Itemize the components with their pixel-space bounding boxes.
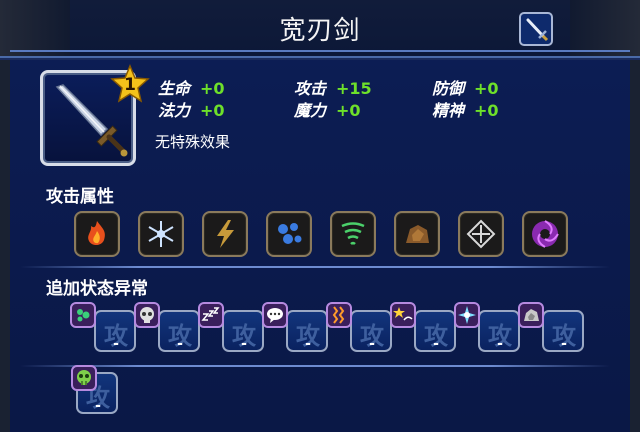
earth-icon — [394, 211, 440, 257]
death-skull-icon — [134, 302, 160, 328]
sleep-icon — [198, 302, 224, 328]
status-ailments-heading: 追加状态异常 — [46, 279, 148, 299]
wind-icon — [330, 211, 376, 257]
lightning-icon — [202, 211, 248, 257]
ailment-slot-silence: 攻 - — [286, 310, 328, 352]
section-divider — [20, 266, 610, 268]
stat-label: 精神 — [432, 101, 465, 120]
blind-icon — [454, 302, 480, 328]
stat-value: +0 — [474, 79, 499, 98]
silence-speech-icon — [262, 302, 288, 328]
stat-attack: 攻击 +15 — [294, 75, 372, 99]
stat-value: +15 — [336, 79, 372, 98]
paralysis-icon — [326, 302, 352, 328]
item-level-star: 1 — [110, 64, 150, 104]
ailment-slot-poison: 攻 - — [94, 310, 136, 352]
holy-icon — [458, 211, 504, 257]
stat-label: 法力 — [158, 101, 191, 120]
ailment-value: - — [369, 336, 375, 352]
dark-icon — [522, 211, 568, 257]
poison-icon — [70, 302, 96, 328]
ailment-value: - — [177, 336, 183, 352]
stat-value: +0 — [200, 79, 225, 98]
ailment-slot-death: 攻 - — [158, 310, 200, 352]
ice-icon — [138, 211, 184, 257]
ailment-value: - — [113, 336, 119, 352]
ailment-slot-sleep: 攻 - — [222, 310, 264, 352]
weapon-category-button[interactable] — [519, 12, 553, 46]
item-level: 1 — [124, 75, 136, 95]
stat-label: 攻击 — [294, 79, 327, 98]
ailment-value: - — [95, 398, 101, 414]
petrify-icon — [518, 302, 544, 328]
sword-icon — [526, 18, 549, 42]
stat-mp: 法力 +0 — [158, 97, 225, 121]
section-divider — [20, 365, 610, 367]
ailment-slot-petrify: 攻 - — [542, 310, 584, 352]
ailment-value: - — [305, 336, 311, 352]
ailment-slot-blind: 攻 - — [478, 310, 520, 352]
confusion-icon — [390, 302, 416, 328]
attack-attributes-heading: 攻击属性 — [46, 187, 114, 207]
fire-icon — [74, 211, 120, 257]
header-divider — [10, 50, 630, 52]
ailment-value: - — [433, 336, 439, 352]
water-icon — [266, 211, 312, 257]
ailment-value: - — [497, 336, 503, 352]
stat-spirit: 精神 +0 — [432, 97, 499, 121]
stat-value: +0 — [474, 101, 499, 120]
stat-magic: 魔力 +0 — [294, 97, 361, 121]
stat-value: +0 — [200, 101, 225, 120]
zombie-icon — [71, 365, 97, 391]
ailment-value: - — [561, 336, 567, 352]
stat-value: +0 — [336, 101, 361, 120]
stat-hp: 生命 +0 — [158, 75, 225, 99]
item-effect-text: 无特殊效果 — [155, 133, 231, 151]
stat-defense: 防御 +0 — [432, 75, 499, 99]
stat-label: 防御 — [432, 79, 465, 98]
ailment-slot-paralysis: 攻 - — [350, 310, 392, 352]
stat-label: 魔力 — [294, 101, 327, 120]
ailment-slot-confusion: 攻 - — [414, 310, 456, 352]
stat-label: 生命 — [158, 79, 191, 98]
ailment-value: - — [241, 336, 247, 352]
